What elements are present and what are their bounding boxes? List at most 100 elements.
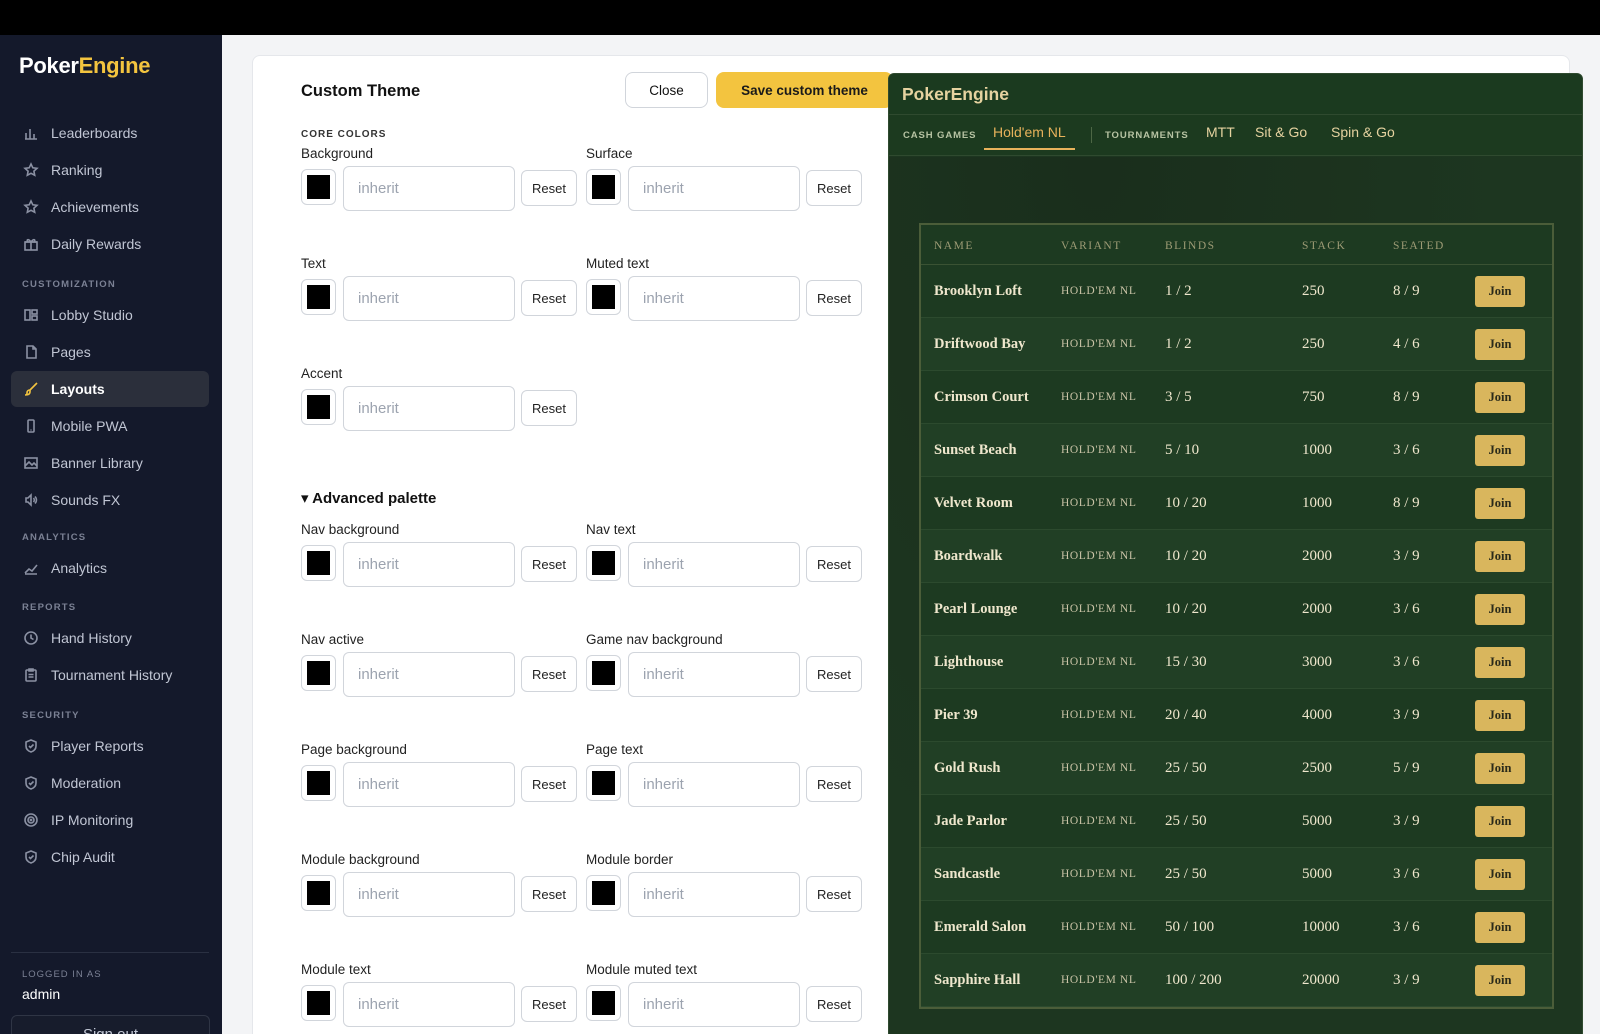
field-label: Text	[301, 256, 326, 271]
sidebar-item-tournament-history[interactable]: Tournament History	[11, 657, 209, 693]
sidebar-item-player-reports[interactable]: Player Reports	[11, 728, 209, 764]
sign-out-button[interactable]: Sign out	[11, 1015, 210, 1034]
sidebar-item-hand-history[interactable]: Hand History	[11, 620, 209, 656]
color-swatch[interactable]	[586, 765, 621, 801]
join-button[interactable]: Join	[1475, 753, 1525, 784]
color-swatch[interactable]	[586, 279, 621, 315]
color-swatch[interactable]	[301, 985, 336, 1021]
color-value-input[interactable]: inherit	[628, 982, 800, 1027]
star-icon	[23, 199, 39, 215]
color-value-input[interactable]: inherit	[343, 166, 515, 211]
sidebar-item-daily-rewards[interactable]: Daily Rewards	[11, 226, 209, 262]
color-value-input[interactable]: inherit	[343, 652, 515, 697]
color-swatch[interactable]	[301, 279, 336, 315]
join-button[interactable]: Join	[1475, 859, 1525, 890]
color-value-input[interactable]: inherit	[343, 872, 515, 917]
color-value-input[interactable]: inherit	[628, 276, 800, 321]
col-seated: SEATED	[1393, 240, 1445, 252]
color-swatch[interactable]	[301, 545, 336, 581]
table-seated: 3 / 9	[1393, 813, 1420, 829]
reset-button[interactable]: Reset	[521, 876, 577, 912]
reset-button[interactable]: Reset	[806, 546, 862, 582]
join-button[interactable]: Join	[1475, 541, 1525, 572]
sidebar-item-ip-monitoring[interactable]: IP Monitoring	[11, 802, 209, 838]
sidebar-item-sounds-fx[interactable]: Sounds FX	[11, 482, 209, 518]
save-custom-theme-button[interactable]: Save custom theme	[716, 72, 893, 108]
logged-in-label: LOGGED IN AS	[22, 969, 102, 980]
join-button[interactable]: Join	[1475, 382, 1525, 413]
sidebar-item-mobile-pwa[interactable]: Mobile PWA	[11, 408, 209, 444]
color-value-input[interactable]: inherit	[343, 542, 515, 587]
color-swatch[interactable]	[586, 985, 621, 1021]
close-button[interactable]: Close	[625, 72, 708, 108]
color-value-input[interactable]: inherit	[343, 276, 515, 321]
join-button[interactable]: Join	[1475, 647, 1525, 678]
sidebar-item-banner-library[interactable]: Banner Library	[11, 445, 209, 481]
table-row: Sapphire Hall HOLD'EM NL 100 / 200 20000 3 /…	[921, 954, 1552, 1007]
sidebar-item-layouts[interactable]: Layouts	[11, 371, 209, 407]
color-value-input[interactable]: inherit	[343, 762, 515, 807]
join-button[interactable]: Join	[1475, 806, 1525, 837]
color-value-input[interactable]: inherit	[628, 872, 800, 917]
reset-button[interactable]: Reset	[521, 986, 577, 1022]
color-swatch[interactable]	[586, 545, 621, 581]
color-value-input[interactable]: inherit	[628, 542, 800, 587]
reset-button[interactable]: Reset	[806, 876, 862, 912]
tab-mtt[interactable]: MTT	[1206, 124, 1235, 140]
color-swatch[interactable]	[586, 169, 621, 205]
field-label: Page background	[301, 742, 407, 757]
join-button[interactable]: Join	[1475, 594, 1525, 625]
color-swatch[interactable]	[301, 169, 336, 205]
sidebar-item-leaderboards[interactable]: Leaderboards	[11, 115, 209, 151]
color-swatch[interactable]	[301, 765, 336, 801]
sidebar-item-lobby-studio[interactable]: Lobby Studio	[11, 297, 209, 333]
tab-sit-and-go[interactable]: Sit & Go	[1255, 124, 1307, 140]
reset-button[interactable]: Reset	[521, 546, 577, 582]
color-value-input[interactable]: inherit	[628, 652, 800, 697]
reset-button[interactable]: Reset	[806, 986, 862, 1022]
color-value-input[interactable]: inherit	[343, 386, 515, 431]
join-button[interactable]: Join	[1475, 276, 1525, 307]
color-swatch[interactable]	[586, 875, 621, 911]
table-seated: 3 / 6	[1393, 866, 1420, 882]
table-blinds: 5 / 10	[1165, 442, 1200, 458]
advanced-palette-toggle[interactable]: ▾ Advanced palette	[301, 489, 436, 507]
app-logo[interactable]: PokerEngine	[19, 53, 151, 79]
reset-button[interactable]: Reset	[806, 766, 862, 802]
sidebar-item-pages[interactable]: Pages	[11, 334, 209, 370]
layout-icon	[23, 307, 39, 323]
color-value-input[interactable]: inherit	[628, 166, 800, 211]
sidebar-item-moderation[interactable]: Moderation	[11, 765, 209, 801]
sidebar-item-ranking[interactable]: Ranking	[11, 152, 209, 188]
sidebar-item-achievements[interactable]: Achievements	[11, 189, 209, 225]
reset-button[interactable]: Reset	[521, 656, 577, 692]
reset-button[interactable]: Reset	[806, 280, 862, 316]
reset-button[interactable]: Reset	[521, 766, 577, 802]
color-value-input[interactable]: inherit	[343, 982, 515, 1027]
tab-spin-and-go[interactable]: Spin & Go	[1331, 124, 1395, 140]
reset-button[interactable]: Reset	[806, 170, 862, 206]
join-button[interactable]: Join	[1475, 965, 1525, 996]
reset-button[interactable]: Reset	[521, 280, 577, 316]
swatch-color	[307, 771, 330, 795]
join-button[interactable]: Join	[1475, 435, 1525, 466]
sidebar-item-chip-audit[interactable]: Chip Audit	[11, 839, 209, 875]
color-swatch[interactable]	[301, 655, 336, 691]
table-blinds: 25 / 50	[1165, 760, 1207, 776]
reset-button[interactable]: Reset	[521, 170, 577, 206]
reset-button[interactable]: Reset	[806, 656, 862, 692]
color-value-input[interactable]: inherit	[628, 762, 800, 807]
color-swatch[interactable]	[586, 655, 621, 691]
table-variant: HOLD'EM NL	[1061, 603, 1137, 615]
join-button[interactable]: Join	[1475, 488, 1525, 519]
tab-holdem-nl[interactable]: Hold'em NL	[984, 124, 1075, 150]
reset-button[interactable]: Reset	[521, 390, 577, 426]
join-button[interactable]: Join	[1475, 329, 1525, 360]
color-swatch[interactable]	[301, 389, 336, 425]
join-button[interactable]: Join	[1475, 700, 1525, 731]
clock-icon	[23, 630, 39, 646]
join-button[interactable]: Join	[1475, 912, 1525, 943]
shield-icon	[23, 849, 39, 865]
sidebar-item-analytics[interactable]: Analytics	[11, 550, 209, 586]
color-swatch[interactable]	[301, 875, 336, 911]
